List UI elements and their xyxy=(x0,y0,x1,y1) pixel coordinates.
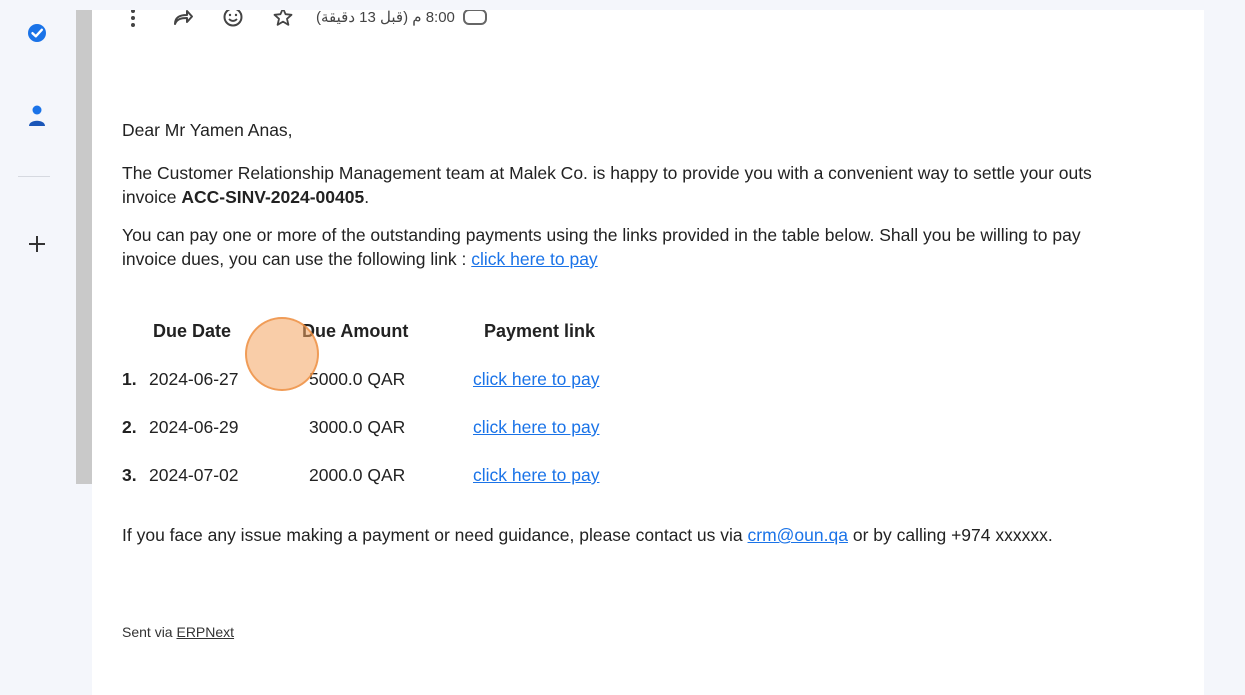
payment-line-2-prefix: invoice dues, you can use the following … xyxy=(122,249,472,269)
due-date: 2024-07-02 xyxy=(149,465,239,485)
row-number: 2. xyxy=(122,417,137,437)
message-timestamp: 8:00 م (قبل 13 دقيقة) xyxy=(316,10,455,26)
table-row: 2. 2024-06-29 3000.0 QAR click here to p… xyxy=(122,415,722,439)
table-row: 1. 2024-06-27 5000.0 QAR click here to p… xyxy=(122,367,722,391)
intro-line-2-prefix: invoice xyxy=(122,187,182,207)
row-number: 3. xyxy=(122,465,137,485)
contact-suffix: or by calling +974 xxxxxx. xyxy=(847,525,1053,545)
message-toolbar: 8:00 م (قبل 13 دقيقة) xyxy=(122,10,487,32)
header-due-date: Due Date xyxy=(153,321,232,341)
pay-all-link[interactable]: click here to pay xyxy=(471,249,597,269)
emoji-icon[interactable] xyxy=(222,10,244,28)
right-margin xyxy=(1204,0,1245,695)
tasks-check-icon[interactable] xyxy=(22,18,52,48)
row-number: 1. xyxy=(122,369,137,389)
intro-paragraph: The Customer Relationship Management tea… xyxy=(122,161,1204,209)
table-row: 3. 2024-07-02 2000.0 QAR click here to p… xyxy=(122,463,722,487)
cursor-highlight xyxy=(245,317,319,391)
add-plus-icon[interactable] xyxy=(22,229,52,259)
contact-email-link[interactable]: crm@oun.qa xyxy=(748,525,848,545)
contact-prefix: If you face any issue making a payment o… xyxy=(122,525,748,545)
due-amount: 2000.0 QAR xyxy=(309,465,406,485)
forward-icon[interactable] xyxy=(172,10,194,28)
sent-via-prefix: Sent via xyxy=(122,624,177,640)
payment-line-1: You can pay one or more of the outstandi… xyxy=(122,225,1081,245)
intro-line-2: invoice ACC-SINV-2024-00405. xyxy=(122,185,1204,209)
payment-paragraph: You can pay one or more of the outstandi… xyxy=(122,223,1204,271)
email-body: Dear Mr Yamen Anas, The Customer Relatio… xyxy=(122,118,1204,640)
contacts-person-icon[interactable] xyxy=(22,101,52,131)
header-payment-link: Payment link xyxy=(484,321,596,341)
due-amount: 5000.0 QAR xyxy=(309,369,406,389)
intro-line-1: The Customer Relationship Management tea… xyxy=(122,163,1092,183)
attachment-icon xyxy=(462,10,487,25)
more-vertical-icon[interactable] xyxy=(122,10,144,28)
payment-link[interactable]: click here to pay xyxy=(473,463,599,487)
sent-via-line: Sent via ERPNext xyxy=(122,620,234,644)
left-rail xyxy=(0,0,76,695)
star-icon[interactable] xyxy=(272,10,294,28)
rail-divider xyxy=(18,176,50,177)
due-date: 2024-06-29 xyxy=(149,417,239,437)
scrollbar[interactable] xyxy=(76,10,92,484)
due-date: 2024-06-27 xyxy=(149,369,239,389)
payment-line-2: invoice dues, you can use the following … xyxy=(122,247,1204,271)
payment-link[interactable]: click here to pay xyxy=(473,367,599,391)
contact-line: If you face any issue making a payment o… xyxy=(122,523,1053,547)
invoice-number: ACC-SINV-2024-00405 xyxy=(181,187,365,207)
due-amount: 3000.0 QAR xyxy=(309,417,406,437)
erpnext-link[interactable]: ERPNext xyxy=(176,624,234,640)
greeting: Dear Mr Yamen Anas, xyxy=(122,120,293,140)
payment-link[interactable]: click here to pay xyxy=(473,415,599,439)
intro-line-2-suffix: . xyxy=(364,187,370,207)
header-due-amount: Due Amount xyxy=(302,321,409,341)
